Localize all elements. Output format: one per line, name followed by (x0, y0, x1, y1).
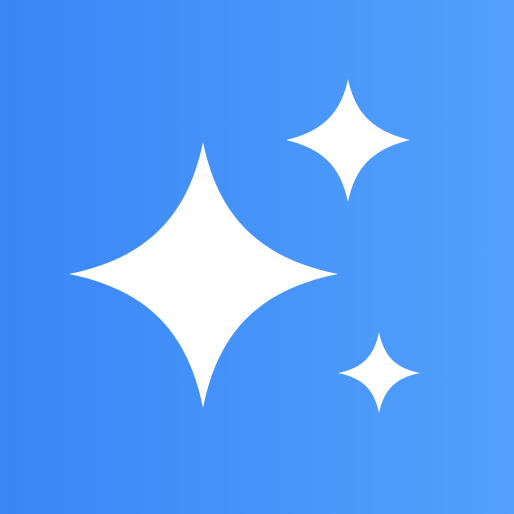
sparkles-icon (0, 0, 514, 514)
app-icon (0, 0, 514, 514)
